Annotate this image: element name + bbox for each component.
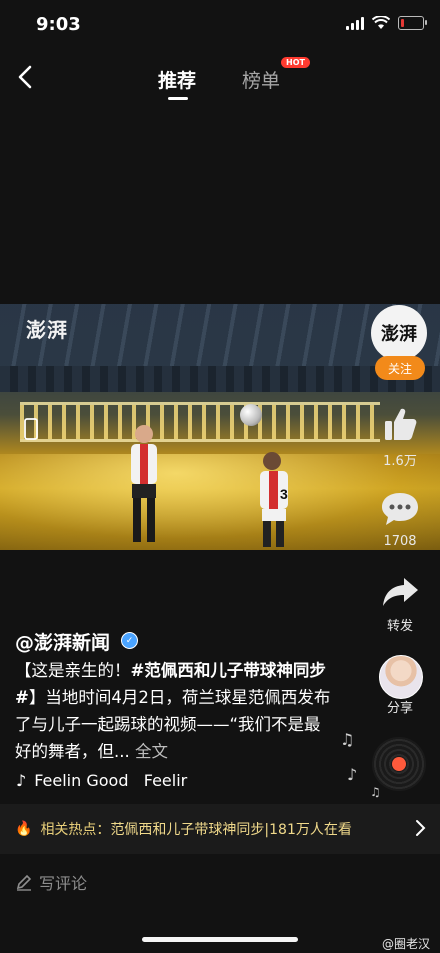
status-time: 9:03 xyxy=(36,14,81,35)
music-note-icon: ♪ xyxy=(16,771,27,790)
home-indicator[interactable] xyxy=(142,937,298,942)
repost-label: 转发 xyxy=(386,619,413,634)
music-note-icon: ♫ xyxy=(370,785,381,799)
thumbs-up-icon xyxy=(385,408,417,440)
like-count: 1.6万 xyxy=(383,454,417,469)
tab-chart[interactable]: 榜单 xyxy=(242,66,280,93)
music-note-icon: ♪ xyxy=(347,765,358,784)
author-avatar[interactable]: 澎湃 xyxy=(371,305,427,361)
battery-icon xyxy=(398,16,427,30)
music-disc[interactable] xyxy=(372,737,426,791)
chevron-right-icon xyxy=(416,820,426,836)
comment-icon xyxy=(382,493,418,525)
pencil-icon xyxy=(16,874,32,891)
svg-text:3: 3 xyxy=(280,486,288,502)
comment-input[interactable]: 写评论 xyxy=(15,870,87,894)
video-logo: 澎湃 xyxy=(26,318,68,342)
fullscreen-icon[interactable] xyxy=(22,417,40,441)
music-note-icon: ♫ xyxy=(340,730,355,749)
share-label[interactable]: 分享 xyxy=(370,697,430,716)
wifi-icon xyxy=(372,16,390,29)
comment-count: 1708 xyxy=(383,534,417,549)
player-father xyxy=(131,425,157,542)
flame-icon: 🔥 xyxy=(15,821,33,837)
player-son: 3 xyxy=(260,452,288,547)
comment-button[interactable]: 1708 xyxy=(370,490,430,549)
signal-icon xyxy=(346,16,364,30)
share-arrow-icon xyxy=(383,578,418,606)
football xyxy=(240,404,262,426)
hot-topic-text: 范佩西和儿子带球神同步|181万人在看 xyxy=(110,822,352,838)
like-button[interactable]: 1.6万 xyxy=(370,404,430,469)
light-truss xyxy=(20,402,380,442)
caption-body: 】当地时间4月2日，荷兰球星范佩西发布了与儿子一起踢球的视频——“我们不是最好的… xyxy=(15,688,331,761)
active-tab-indicator xyxy=(168,97,188,100)
hot-badge: HOT xyxy=(281,57,310,68)
repost-button[interactable]: 转发 xyxy=(370,575,430,634)
stadium-stands xyxy=(0,366,440,392)
caption-prefix: 【这是亲生的！ xyxy=(15,661,131,680)
video-caption[interactable]: 【这是亲生的！#范佩西和儿子带球神同步#】当地时间4月2日，荷兰球星范佩西发布了… xyxy=(15,657,335,765)
back-button[interactable] xyxy=(12,62,42,92)
tab-recommend[interactable]: 推荐 xyxy=(158,66,196,93)
music-info[interactable]: ♪ Feelin Good Feelir xyxy=(16,771,187,790)
status-icons xyxy=(346,16,427,30)
related-hot-topic[interactable]: 🔥 相关热点： 范佩西和儿子带球神同步|181万人在看 xyxy=(0,804,440,854)
expand-full-text[interactable]: 全文 xyxy=(130,742,168,761)
weibo-watermark: @圈老汉 xyxy=(381,937,430,951)
hot-topic-prefix: 相关热点： xyxy=(40,822,111,838)
verified-icon: ✓ xyxy=(121,632,138,649)
music-title: Feelin Good Feelir xyxy=(34,771,188,790)
follow-button[interactable]: 关注 xyxy=(375,356,425,380)
author-name[interactable]: @澎湃新闻 xyxy=(15,628,110,655)
comment-placeholder: 写评论 xyxy=(39,874,88,893)
sharer-avatar[interactable] xyxy=(379,655,423,699)
